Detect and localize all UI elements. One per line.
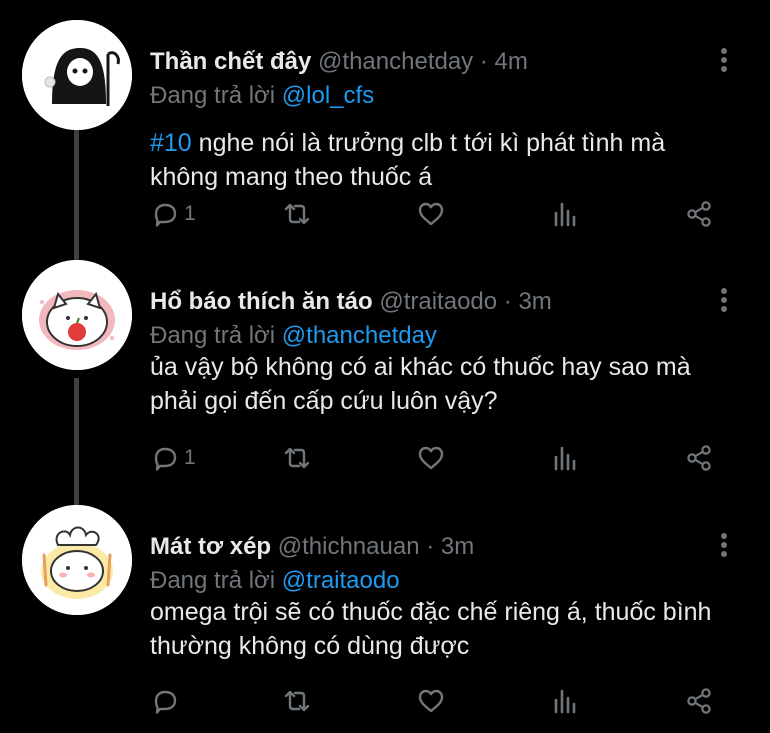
separator-dot: · [479, 48, 488, 75]
tweet[interactable]: Hổ báo thích ăn táo @traitaodo · 3m Đang… [0, 260, 770, 490]
tweet-header: Mát tơ xép @thichnauan · 3m [150, 533, 474, 561]
replying-mention[interactable]: @lol_cfs [282, 82, 374, 109]
user-handle[interactable]: @thichnauan [278, 533, 420, 560]
like-button[interactable] [416, 440, 446, 476]
share-icon [687, 201, 711, 227]
user-handle[interactable]: @thanchetday [318, 48, 473, 75]
avatar[interactable] [22, 260, 132, 370]
share-icon [687, 688, 711, 714]
tweet-text: omega trội sẽ có thuốc đặc chế riêng á, … [150, 595, 740, 663]
reply-button[interactable]: 1 [150, 440, 196, 476]
retweet-button[interactable] [282, 440, 312, 476]
like-button[interactable] [416, 683, 446, 719]
replying-mention[interactable]: @traitaodo [282, 567, 400, 594]
more-icon[interactable] [712, 533, 736, 561]
user-handle[interactable]: @traitaodo [379, 288, 497, 315]
share-button[interactable] [684, 683, 714, 719]
share-icon [687, 445, 711, 471]
tweet-header: Hổ báo thích ăn táo @traitaodo · 3m [150, 288, 552, 316]
replying-to: Đang trả lời @traitaodo [150, 567, 400, 595]
action-bar: 1 [150, 196, 730, 232]
stats-button[interactable] [550, 440, 580, 476]
replying-label: Đang trả lời [150, 82, 276, 109]
like-icon [418, 689, 444, 713]
timestamp[interactable]: 3m [518, 288, 551, 315]
tweet-text-content: nghe nói là trưởng clb t tới kì phát tìn… [150, 129, 666, 191]
retweet-icon [284, 690, 310, 712]
timestamp[interactable]: 3m [441, 533, 474, 560]
replying-to: Đang trả lời @thanchetday [150, 322, 437, 350]
tweet-header: Thần chết đây @thanchetday · 4m [150, 48, 528, 76]
stats-icon [554, 446, 576, 471]
share-button[interactable] [684, 440, 714, 476]
grim-reaper-avatar-icon [22, 20, 132, 130]
replying-to: Đang trả lời @lol_cfs [150, 82, 374, 110]
retweet-icon [284, 447, 310, 469]
stats-icon [554, 689, 576, 714]
tweet-text: ủa vậy bộ không có ai khác có thuốc hay … [150, 350, 740, 418]
separator-dot: · [503, 288, 512, 315]
reply-icon [154, 203, 177, 227]
chef-bear-avatar-icon [22, 505, 132, 615]
stats-button[interactable] [550, 683, 580, 719]
replying-mention[interactable]: @thanchetday [282, 322, 437, 349]
separator-dot: · [426, 533, 435, 560]
tweet-text-content: omega trội sẽ có thuốc đặc chế riêng á, … [150, 598, 712, 660]
avatar[interactable] [22, 505, 132, 615]
replying-label: Đang trả lời [150, 567, 276, 594]
cat-with-apple-avatar-icon [22, 260, 132, 370]
reply-button[interactable] [150, 683, 184, 719]
more-icon[interactable] [712, 288, 736, 316]
reply-button[interactable]: 1 [150, 196, 196, 232]
stats-icon [554, 202, 576, 227]
display-name[interactable]: Mát tơ xép [150, 533, 271, 560]
reply-count: 1 [184, 202, 196, 225]
like-icon [418, 202, 444, 226]
share-button[interactable] [684, 196, 714, 232]
like-button[interactable] [416, 196, 446, 232]
avatar[interactable] [22, 20, 132, 130]
tweet[interactable]: Thần chết đây @thanchetday · 4m Đang trả… [0, 20, 770, 250]
display-name[interactable]: Thần chết đây [150, 48, 311, 75]
retweet-button[interactable] [282, 196, 312, 232]
reply-icon [154, 447, 177, 471]
display-name[interactable]: Hổ báo thích ăn táo [150, 288, 373, 315]
tweet-text-content: ủa vậy bộ không có ai khác có thuốc hay … [150, 353, 691, 415]
reply-icon [154, 690, 177, 714]
retweet-icon [284, 203, 310, 225]
stats-button[interactable] [550, 196, 580, 232]
action-bar [150, 683, 730, 719]
tweet[interactable]: Mát tơ xép @thichnauan · 3m Đang trả lời… [0, 505, 770, 733]
tweet-text: #10 nghe nói là trưởng clb t tới kì phát… [150, 126, 740, 194]
hashtag-link[interactable]: #10 [150, 129, 192, 157]
reply-count: 1 [184, 446, 196, 469]
action-bar: 1 [150, 440, 730, 476]
replying-label: Đang trả lời [150, 322, 276, 349]
timestamp[interactable]: 4m [495, 48, 528, 75]
more-icon[interactable] [712, 48, 736, 76]
like-icon [418, 446, 444, 470]
retweet-button[interactable] [282, 683, 312, 719]
